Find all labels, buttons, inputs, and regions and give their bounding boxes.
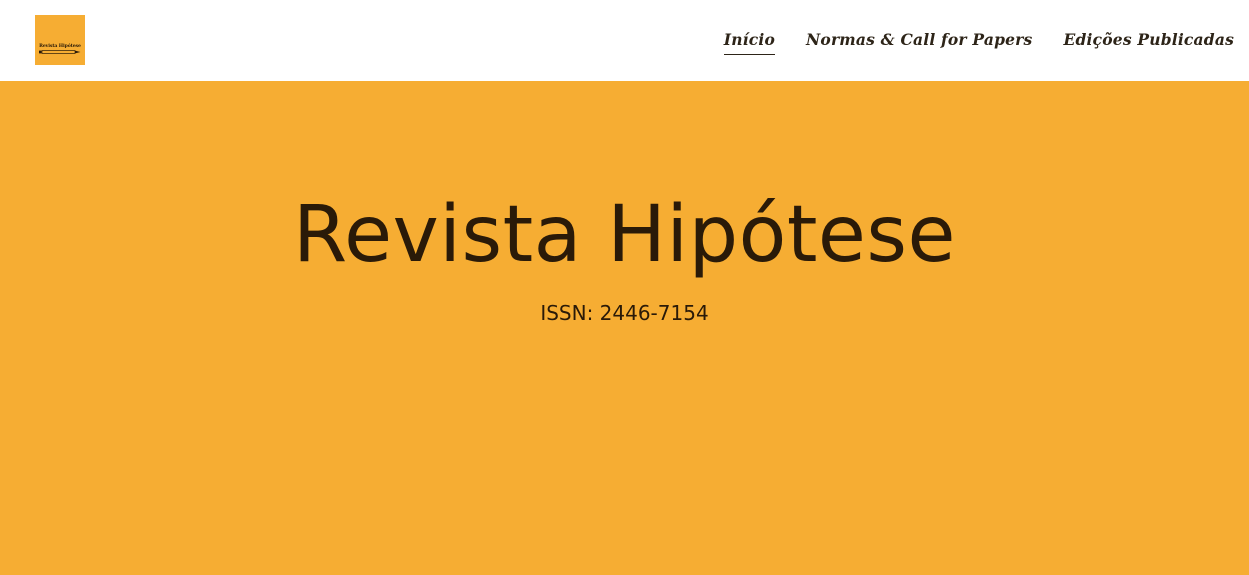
hero-issn: ISSN: 2446-7154 bbox=[540, 301, 709, 325]
pencil-icon bbox=[39, 50, 81, 54]
nav-item-edicoes-publicadas[interactable]: Edições Publicadas bbox=[1063, 29, 1234, 55]
logo-text: Revista Hipótese bbox=[39, 44, 81, 49]
nav-item-normas-call-for-papers[interactable]: Normas & Call for Papers bbox=[806, 29, 1032, 55]
nav-item-inicio[interactable]: Início bbox=[723, 29, 776, 55]
hero-title: Revista Hipótese bbox=[292, 190, 957, 280]
site-header: Revista Hipótese Início Normas & Call fo… bbox=[0, 0, 1249, 81]
main-nav: Início Normas & Call for Papers Edições … bbox=[693, 29, 1234, 57]
hero-banner: Revista Hipótese ISSN: 2446-7154 bbox=[0, 81, 1249, 575]
site-logo[interactable]: Revista Hipótese bbox=[35, 15, 85, 65]
